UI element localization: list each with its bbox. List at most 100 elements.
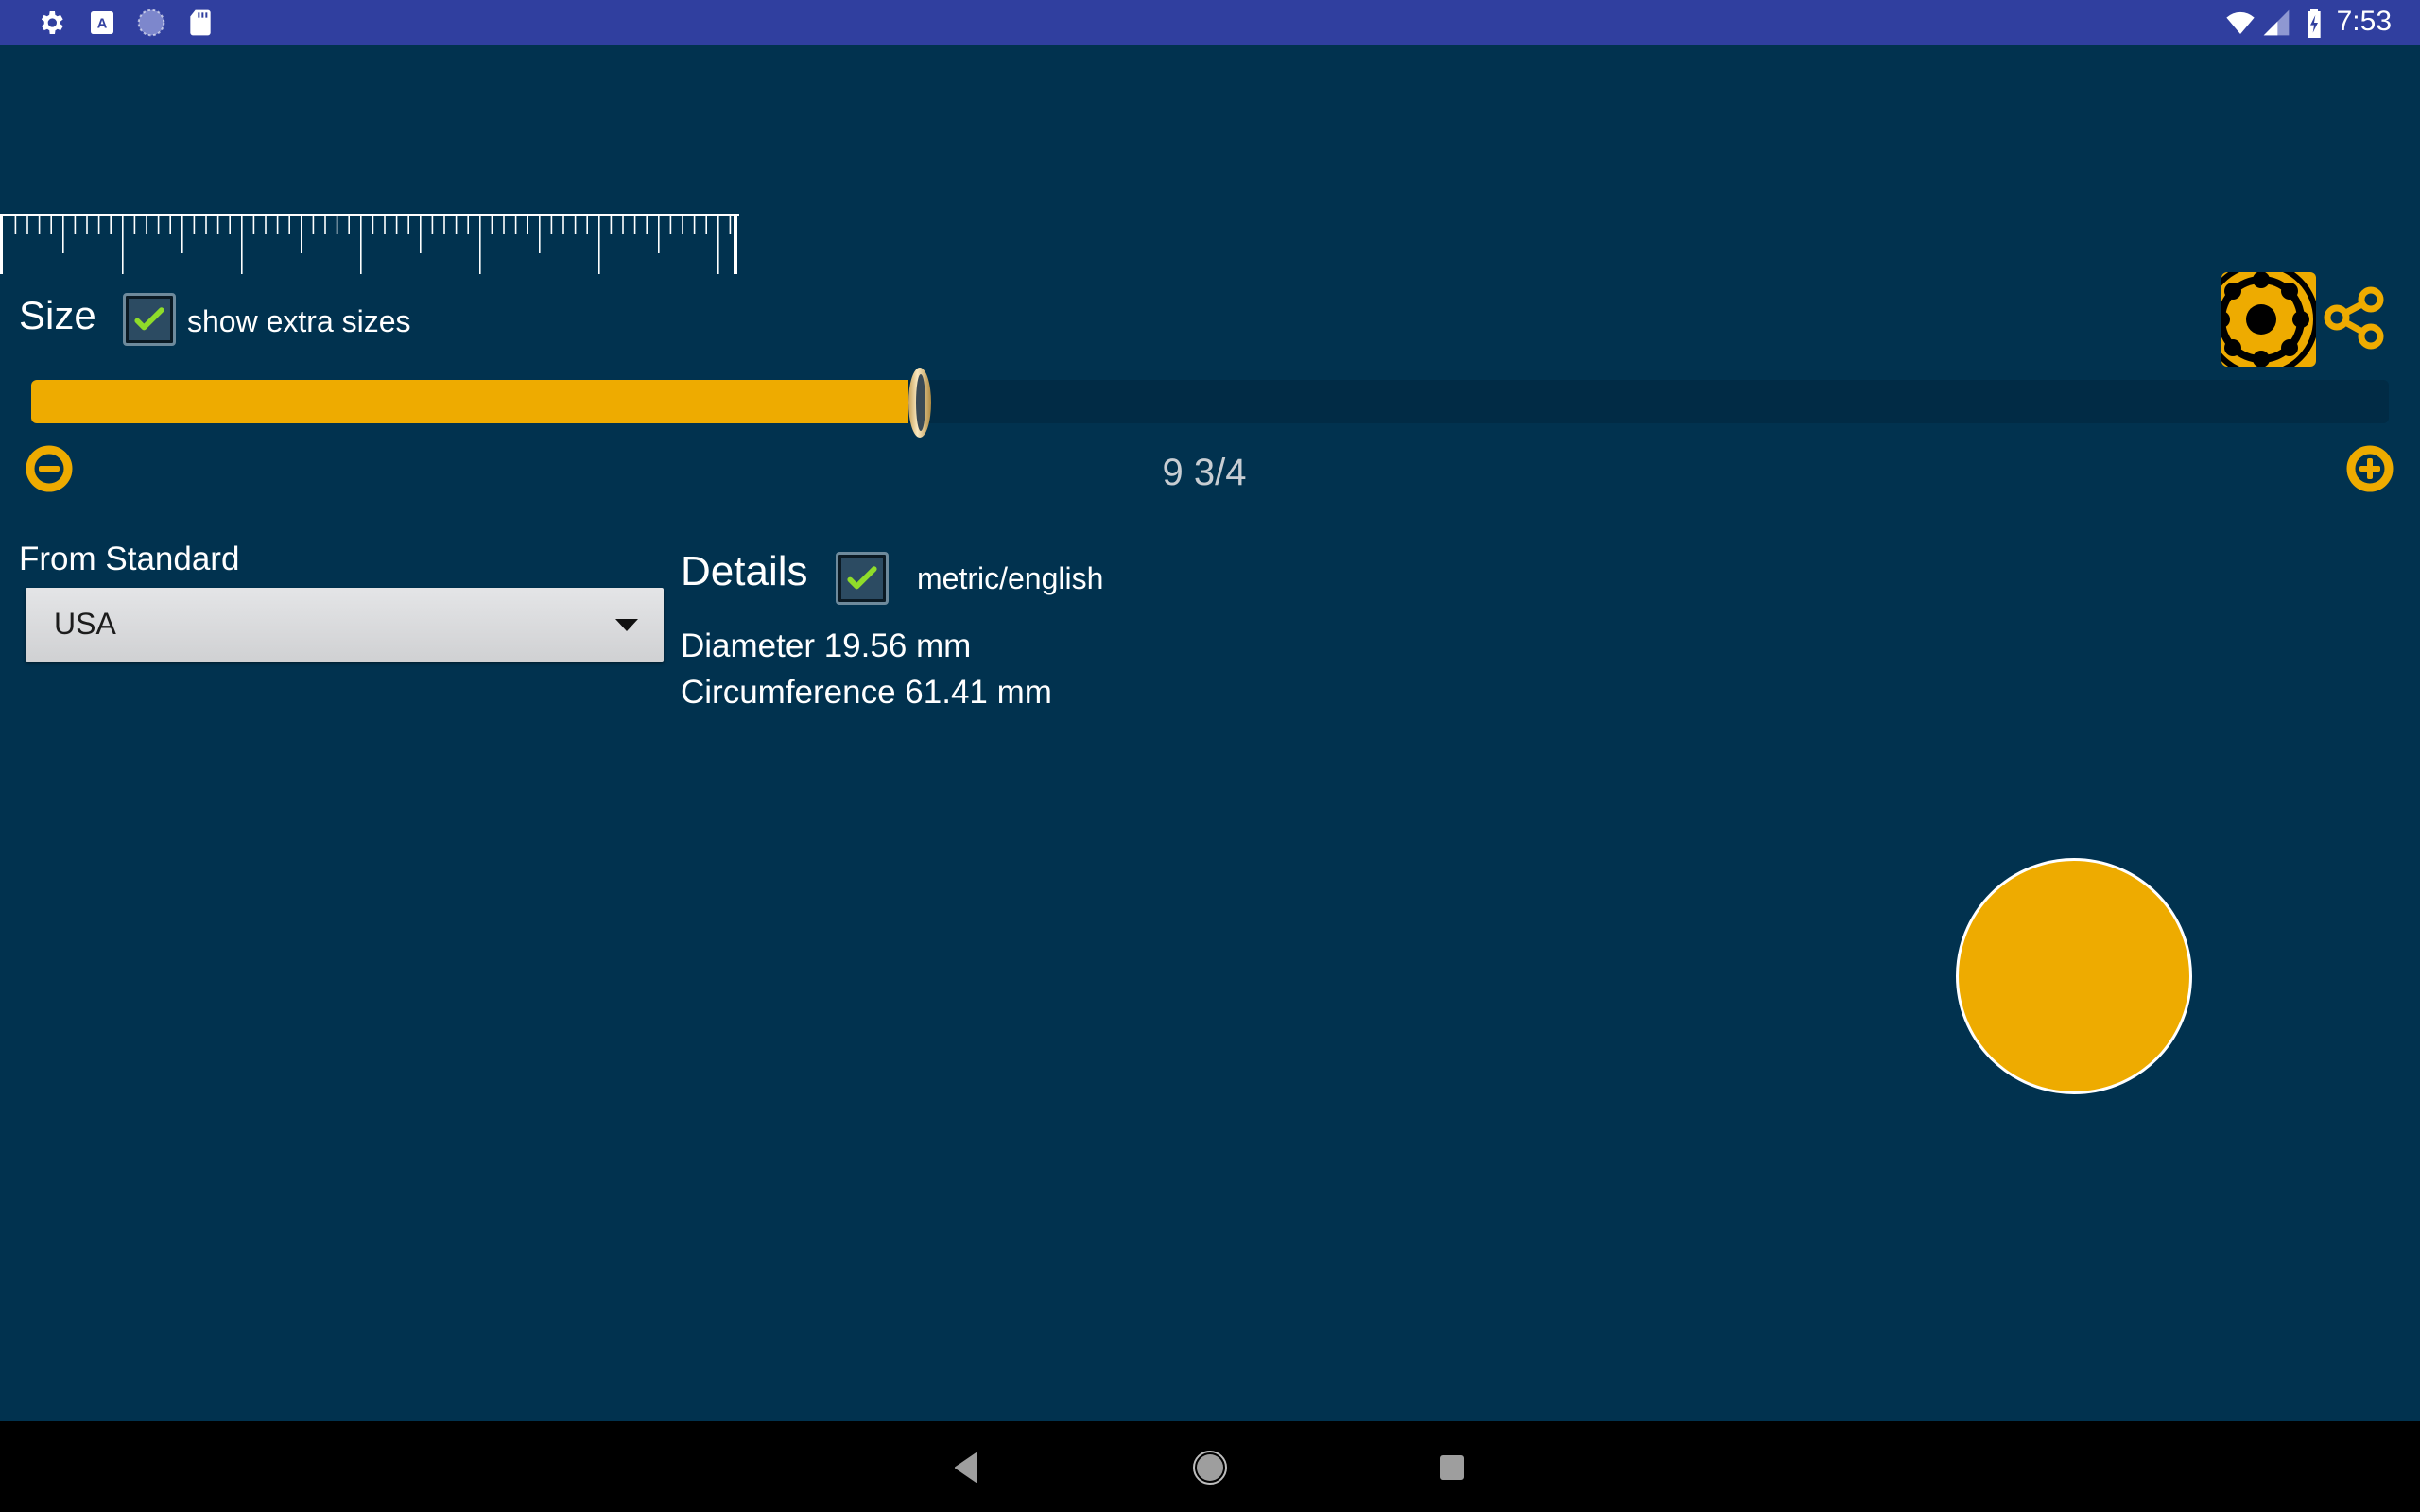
ruler-tick-minor <box>491 215 493 234</box>
ruler-tick-minor <box>110 215 112 234</box>
show-extra-sizes-checkbox[interactable] <box>123 293 176 346</box>
checkmark-icon <box>134 307 164 331</box>
ruler-tick-minor <box>86 215 88 234</box>
ruler-tick-minor <box>514 215 517 234</box>
ruler-tick-minor <box>610 215 613 234</box>
ruler-tick-minor <box>146 215 147 234</box>
ruler-tick-minor <box>74 215 77 234</box>
ruler-tick-minor <box>443 215 445 234</box>
ruler-tick-minor <box>622 215 624 234</box>
ruler-tick-minor <box>395 215 398 234</box>
dropdown-arrow-icon <box>615 619 638 631</box>
ruler-tick-minor <box>705 215 707 234</box>
ruler-tick-minor <box>682 215 683 234</box>
checkmark-icon <box>847 566 877 590</box>
metric-english-checkbox[interactable] <box>836 552 889 605</box>
ruler-tick-minor <box>348 215 350 234</box>
ruler-left-edge <box>0 214 3 274</box>
gear-icon[interactable] <box>2221 272 2316 367</box>
ruler-tick-minor <box>205 215 207 234</box>
status-bar: A 7:53 <box>0 0 2420 45</box>
ruler-tick-minor <box>288 215 290 234</box>
ruler-tick-minor <box>669 215 672 234</box>
ruler-tick-minor <box>384 215 386 234</box>
ruler-tick-minor <box>97 215 100 234</box>
ruler-tick-medium <box>658 215 660 253</box>
ruler-tick-minor <box>467 215 469 234</box>
show-extra-sizes-label[interactable]: show extra sizes <box>187 304 411 339</box>
ruler-tick-minor <box>407 215 409 234</box>
settings-icon <box>41 11 63 34</box>
ruler-tick-minor <box>157 215 160 234</box>
ruler-tick-minor <box>229 215 231 234</box>
standard-selected: USA <box>54 607 116 641</box>
standard-dropdown[interactable]: USA <box>26 588 664 662</box>
ruler <box>0 214 739 274</box>
ruler-tick-minor <box>252 215 255 234</box>
ruler-tick-minor <box>693 215 696 234</box>
ruler-tick-minor <box>550 215 553 234</box>
ruler-tick-medium <box>539 215 541 253</box>
size-value: 9 3/4 <box>1162 452 1247 493</box>
ruler-tick-minor <box>312 215 315 234</box>
ruler-tick-minor <box>193 215 196 234</box>
recents-icon[interactable] <box>1430 1446 1474 1489</box>
ring-size-circle <box>1956 858 2192 1094</box>
ruler-tick-minor <box>169 215 171 234</box>
ruler-tick-minor <box>431 215 434 234</box>
loading-circle-icon <box>137 9 165 37</box>
ruler-tick-minor <box>646 215 648 234</box>
ruler-tick-minor <box>372 215 374 234</box>
ruler-tick-minor <box>633 215 636 234</box>
wifi-icon <box>2226 11 2255 34</box>
ruler-tick-minor <box>133 215 136 234</box>
ruler-tick-minor <box>455 215 458 234</box>
ruler-tick-major <box>241 215 243 274</box>
back-icon[interactable] <box>946 1446 990 1489</box>
ruler-tick-minor <box>586 215 588 234</box>
plus-circle-icon[interactable] <box>2346 445 2394 492</box>
text-input-icon: A <box>91 11 113 34</box>
ruler-tick-minor <box>324 215 326 234</box>
ruler-tick-medium <box>182 215 183 253</box>
metric-english-label[interactable]: metric/english <box>917 561 1103 596</box>
ruler-tick-medium <box>301 215 302 253</box>
ruler-tick-major <box>360 215 362 274</box>
ruler-tick-medium <box>62 215 64 253</box>
home-icon[interactable] <box>1188 1446 1232 1489</box>
ruler-tick-minor <box>562 215 564 234</box>
ruler-tick-minor <box>336 215 338 234</box>
minus-circle-icon[interactable] <box>26 445 73 492</box>
sd-card-icon <box>190 9 211 36</box>
ruler-tick-minor <box>503 215 505 234</box>
size-slider-fill <box>31 380 909 423</box>
circumference-text: Circumference 61.41 mm <box>681 674 1052 711</box>
ruler-tick-medium <box>420 215 422 253</box>
ruler-tick-minor <box>14 215 17 234</box>
ruler-tick-minor <box>26 215 28 234</box>
ruler-tick-major <box>122 215 124 274</box>
navigation-bar <box>0 1421 2420 1512</box>
svg-text:A: A <box>97 16 108 31</box>
diameter-text: Diameter 19.56 mm <box>681 627 972 664</box>
ruler-tick-major <box>598 215 600 274</box>
size-title: Size <box>19 293 96 337</box>
ruler-tick-major <box>717 215 719 274</box>
ruler-tick-minor <box>276 215 279 234</box>
ruler-right-edge <box>734 214 737 274</box>
ruler-tick-minor <box>574 215 577 234</box>
battery-charging-icon <box>2308 9 2321 38</box>
ruler-tick-minor <box>38 215 41 234</box>
status-time: 7:53 <box>2336 6 2392 37</box>
ruler-tick-minor <box>527 215 528 234</box>
ruler-tick-minor <box>729 215 732 234</box>
from-standard-label: From Standard <box>19 541 240 577</box>
ring-icon[interactable] <box>906 365 934 440</box>
details-title: Details <box>681 548 808 594</box>
ruler-tick-minor <box>265 215 267 234</box>
ruler-tick-major <box>479 215 481 274</box>
ruler-tick-minor <box>50 215 52 234</box>
share-icon[interactable] <box>2322 286 2388 352</box>
ruler-tick-minor <box>216 215 219 234</box>
cell-signal-icon <box>2263 9 2290 36</box>
